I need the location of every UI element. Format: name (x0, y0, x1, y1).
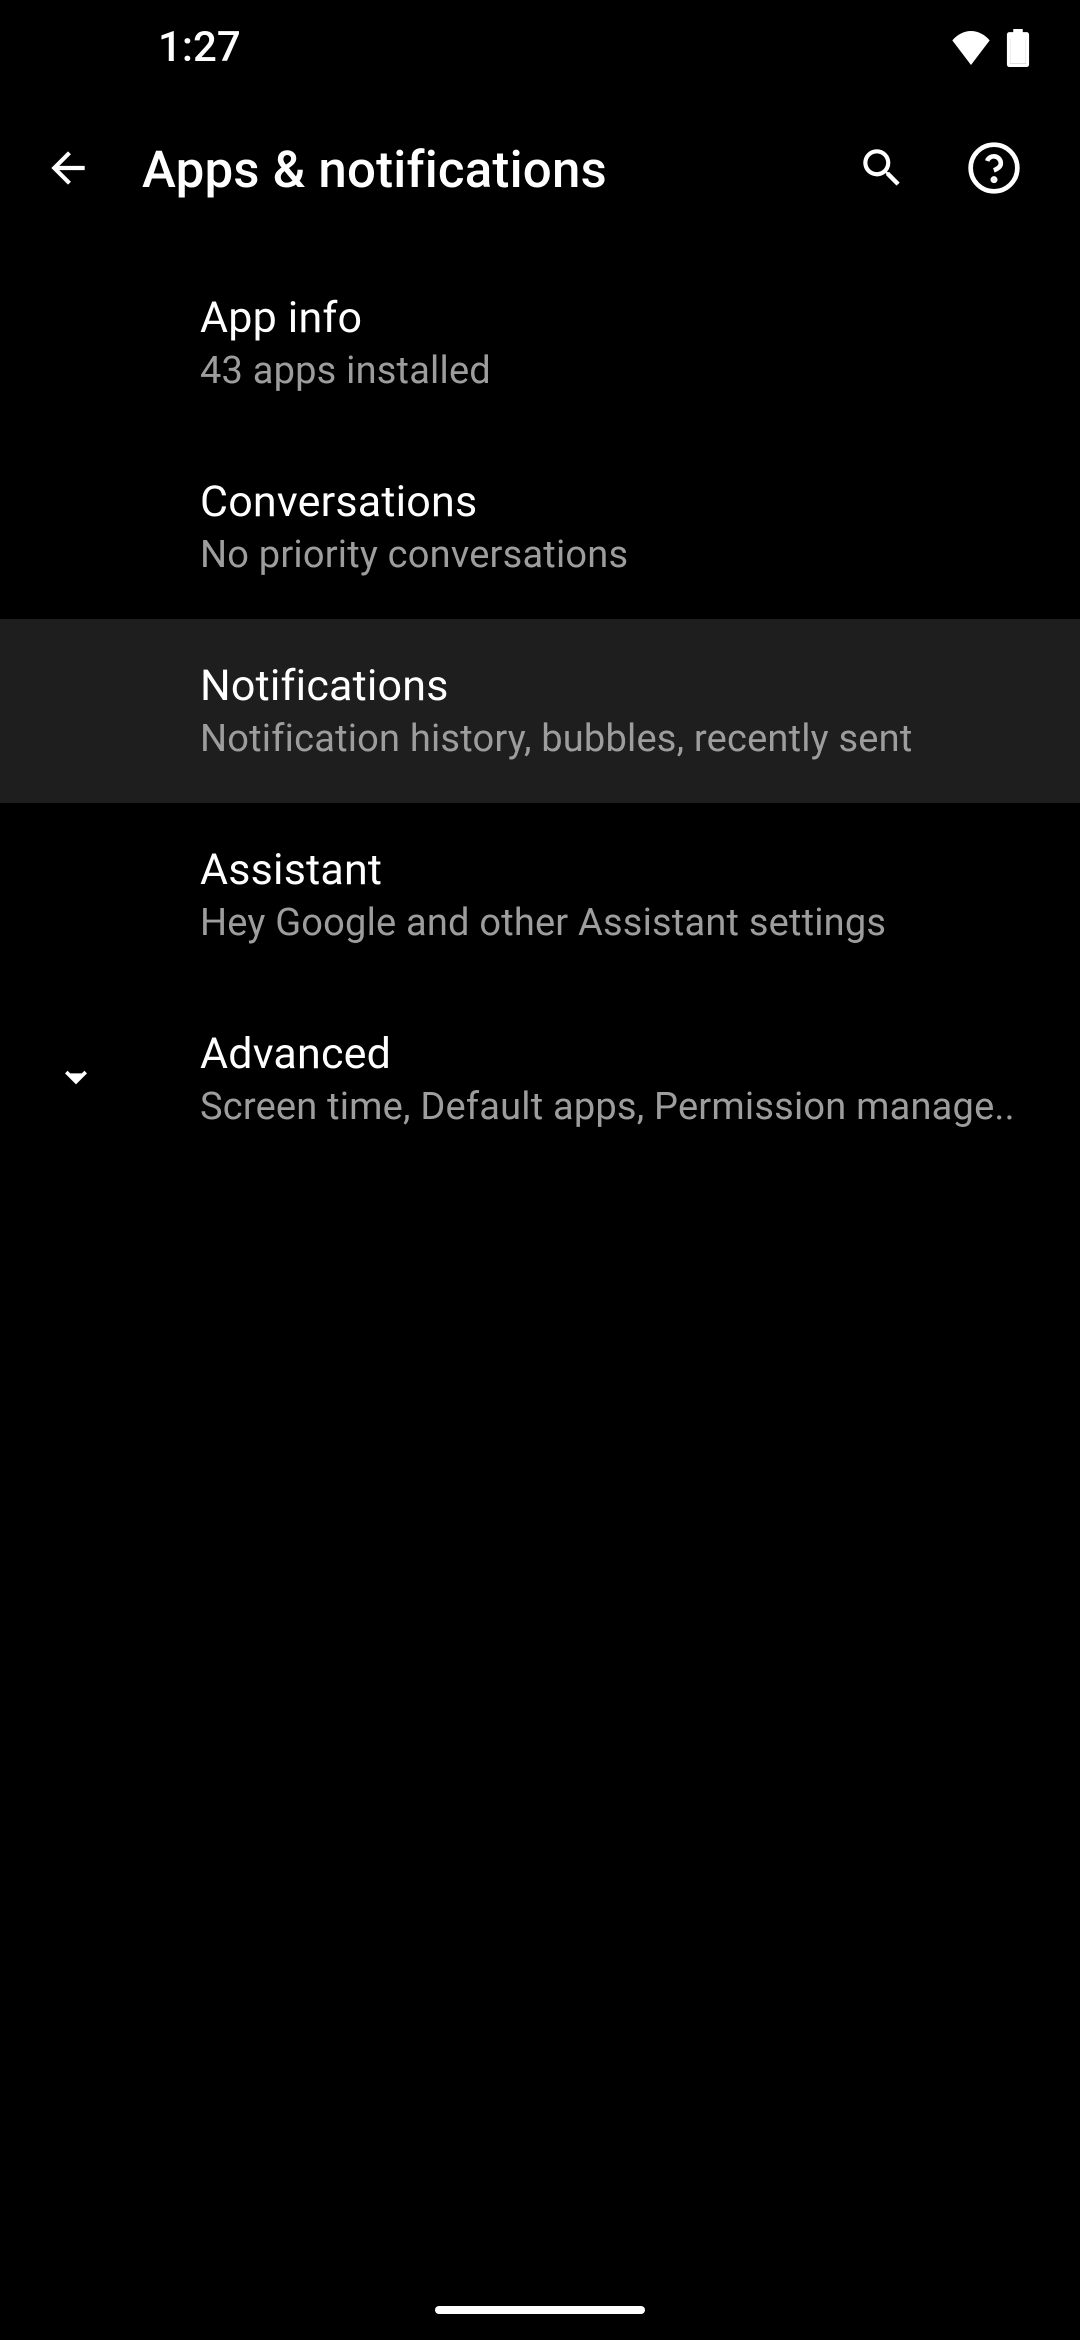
settings-list: App info 43 apps installed Conversations… (0, 245, 1080, 1171)
status-bar: 1:27 (0, 0, 1080, 95)
arrow-back-icon (43, 143, 93, 197)
page-title: Apps & notifications (142, 141, 854, 200)
item-title: Conversations (200, 477, 1040, 527)
item-title: App info (200, 293, 1040, 343)
expand-icon-slot (48, 1051, 104, 1107)
action-icons (854, 142, 1040, 198)
item-subtitle: Hey Google and other Assistant settings (200, 901, 1040, 945)
item-title: Notifications (200, 661, 1040, 711)
home-gesture-pill[interactable] (435, 2306, 645, 2314)
list-item-assistant[interactable]: Assistant Hey Google and other Assistant… (0, 803, 1080, 987)
item-subtitle: No priority conversations (200, 533, 1040, 577)
list-item-advanced[interactable]: Advanced Screen time, Default apps, Perm… (0, 987, 1080, 1171)
list-item-app-info[interactable]: App info 43 apps installed (0, 251, 1080, 435)
app-bar: Apps & notifications (0, 95, 1080, 245)
chevron-down-icon (54, 1055, 98, 1103)
battery-icon (1006, 29, 1030, 67)
item-subtitle: Screen time, Default apps, Permission ma… (200, 1085, 1040, 1129)
status-time: 1:27 (158, 23, 241, 72)
search-icon (857, 143, 907, 197)
status-icons (950, 29, 1030, 67)
back-button[interactable] (40, 142, 96, 198)
help-icon (966, 140, 1022, 200)
list-item-notifications[interactable]: Notifications Notification history, bubb… (0, 619, 1080, 803)
list-item-conversations[interactable]: Conversations No priority conversations (0, 435, 1080, 619)
item-subtitle: 43 apps installed (200, 349, 1040, 393)
navigation-bar (0, 2280, 1080, 2340)
wifi-icon (950, 31, 992, 65)
search-button[interactable] (854, 142, 910, 198)
item-subtitle: Notification history, bubbles, recently … (200, 717, 1040, 761)
item-title: Assistant (200, 845, 1040, 895)
help-button[interactable] (966, 142, 1022, 198)
item-title: Advanced (200, 1029, 1040, 1079)
